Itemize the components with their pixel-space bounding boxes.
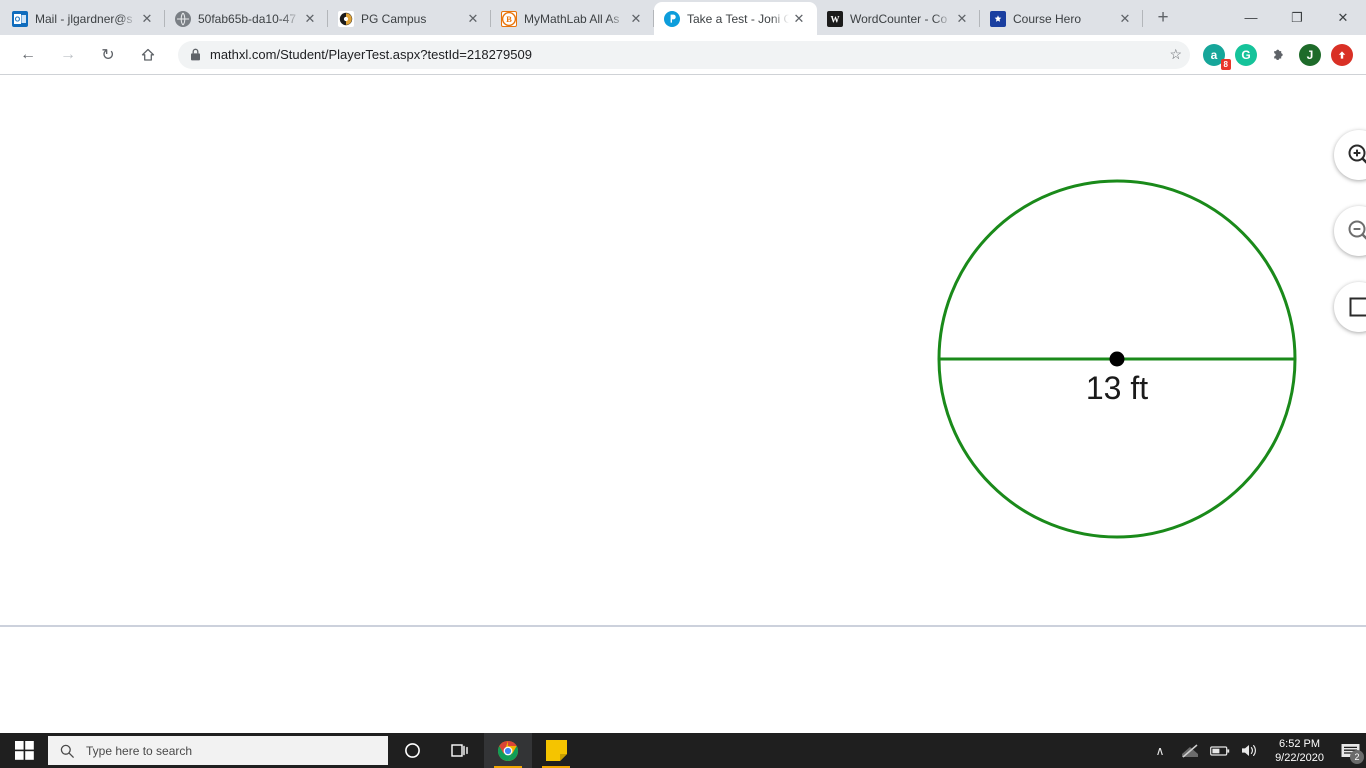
home-icon[interactable] xyxy=(134,41,162,69)
wordcounter-icon: W xyxy=(827,10,843,27)
url-text: mathxl.com/Student/PlayerTest.aspx?testI… xyxy=(210,47,532,62)
close-icon[interactable]: ✕ xyxy=(952,9,972,29)
page-content: 13 ft xyxy=(0,75,1366,733)
pearson-icon xyxy=(664,10,680,27)
show-hidden-icons-button[interactable]: ∧ xyxy=(1145,733,1175,768)
reload-icon[interactable]: ↻ xyxy=(94,41,122,69)
close-icon[interactable]: ✕ xyxy=(1115,9,1135,29)
task-view-button[interactable] xyxy=(436,733,484,768)
tab-strip: O Mail - jlgardner@s ✕ 50fab65b-da10-47 … xyxy=(0,0,1366,35)
close-icon[interactable]: ✕ xyxy=(789,9,809,29)
taskbar-clock[interactable]: 6:52 PM 9/22/2020 xyxy=(1265,737,1334,765)
browser-window: O Mail - jlgardner@s ✕ 50fab65b-da10-47 … xyxy=(0,0,1366,733)
notification-count-badge: 2 xyxy=(1350,750,1364,764)
battery-icon[interactable] xyxy=(1205,733,1235,768)
windows-taskbar: Type here to search ∧ 6:52 PM 9/22/2020 … xyxy=(0,733,1366,768)
extensions-puzzle-icon[interactable] xyxy=(1267,44,1289,66)
tab-title: Course Hero xyxy=(1013,11,1082,26)
window-controls: — ❐ ✕ xyxy=(1228,0,1366,35)
browser-tab-take-a-test[interactable]: Take a Test - Joni G ✕ xyxy=(654,2,817,35)
browser-tab-pg-campus[interactable]: PG Campus ✕ xyxy=(328,2,491,35)
expand-button[interactable] xyxy=(1334,282,1366,332)
globe-icon xyxy=(175,10,191,27)
action-center-button[interactable]: 2 xyxy=(1334,733,1366,768)
svg-text:W: W xyxy=(831,14,840,24)
coursehero-icon xyxy=(990,10,1006,27)
circle-figure: 13 ft xyxy=(0,75,1366,625)
pgcampus-icon xyxy=(338,10,354,27)
close-icon[interactable]: ✕ xyxy=(626,9,646,29)
forward-icon[interactable]: → xyxy=(54,41,82,69)
system-tray: ∧ 6:52 PM 9/22/2020 2 xyxy=(1145,733,1366,768)
close-icon[interactable]: ✕ xyxy=(137,9,157,29)
cortana-button[interactable] xyxy=(388,733,436,768)
profile-avatar[interactable]: J xyxy=(1299,43,1321,66)
bookmark-star-icon[interactable]: ☆ xyxy=(1169,46,1182,63)
browser-tab-course-hero[interactable]: Course Hero ✕ xyxy=(980,2,1143,35)
browser-tab-hashfile[interactable]: 50fab65b-da10-47 ✕ xyxy=(165,2,328,35)
close-icon[interactable]: ✕ xyxy=(463,9,483,29)
diameter-label: 13 ft xyxy=(1086,370,1148,406)
tab-title: MyMathLab All As xyxy=(524,11,620,26)
clock-date: 9/22/2020 xyxy=(1275,751,1324,764)
svg-text:B: B xyxy=(506,14,512,24)
zoom-in-button[interactable] xyxy=(1334,130,1366,180)
search-placeholder-text: Type here to search xyxy=(86,743,193,758)
mymathlab-icon: B xyxy=(501,10,517,27)
center-point-dot xyxy=(1109,351,1125,367)
clock-time: 6:52 PM xyxy=(1279,737,1321,750)
taskbar-chrome-button[interactable] xyxy=(484,733,532,768)
figure-tool-panel xyxy=(1334,130,1366,332)
browser-toolbar: ← → ↻ mathxl.com/Student/PlayerTest.aspx… xyxy=(0,35,1366,75)
grammarly-extension-icon[interactable]: G xyxy=(1235,43,1257,66)
tab-title: Take a Test - Joni G xyxy=(687,11,789,26)
network-icon[interactable] xyxy=(1175,733,1205,768)
search-icon xyxy=(60,744,74,758)
minimize-button[interactable]: — xyxy=(1228,2,1274,34)
honey-glyph: a xyxy=(1210,47,1218,62)
svg-text:O: O xyxy=(15,16,21,23)
maximize-button[interactable]: ❐ xyxy=(1274,2,1320,34)
circle-figure-svg: 13 ft xyxy=(937,179,1297,539)
content-divider xyxy=(0,625,1366,627)
tab-title: WordCounter - Co xyxy=(850,11,948,26)
back-icon[interactable]: ← xyxy=(14,41,42,69)
new-tab-button[interactable]: + xyxy=(1149,4,1177,32)
browser-tab-mail[interactable]: O Mail - jlgardner@s ✕ xyxy=(2,2,165,35)
browser-tab-mymathlab[interactable]: B MyMathLab All As ✕ xyxy=(491,2,654,35)
honey-extension-icon[interactable]: a 8 xyxy=(1203,43,1231,70)
lock-icon xyxy=(190,48,201,61)
tab-title: Mail - jlgardner@s xyxy=(35,11,133,26)
browser-tab-wordcounter[interactable]: W WordCounter - Co ✕ xyxy=(817,2,980,35)
taskbar-sticky-notes-button[interactable] xyxy=(532,733,580,768)
update-chrome-icon[interactable] xyxy=(1331,43,1353,66)
close-window-button[interactable]: ✕ xyxy=(1320,2,1366,34)
volume-icon[interactable] xyxy=(1235,733,1265,768)
zoom-out-button[interactable] xyxy=(1334,206,1366,256)
close-icon[interactable]: ✕ xyxy=(300,9,320,29)
honey-badge: 8 xyxy=(1220,58,1231,70)
tab-title: PG Campus xyxy=(361,11,427,26)
start-button[interactable] xyxy=(0,733,48,768)
tab-title: 50fab65b-da10-47 xyxy=(198,11,297,26)
outlook-icon: O xyxy=(12,10,28,27)
taskbar-search-input[interactable]: Type here to search xyxy=(48,736,388,765)
address-bar[interactable]: mathxl.com/Student/PlayerTest.aspx?testI… xyxy=(178,40,1190,69)
